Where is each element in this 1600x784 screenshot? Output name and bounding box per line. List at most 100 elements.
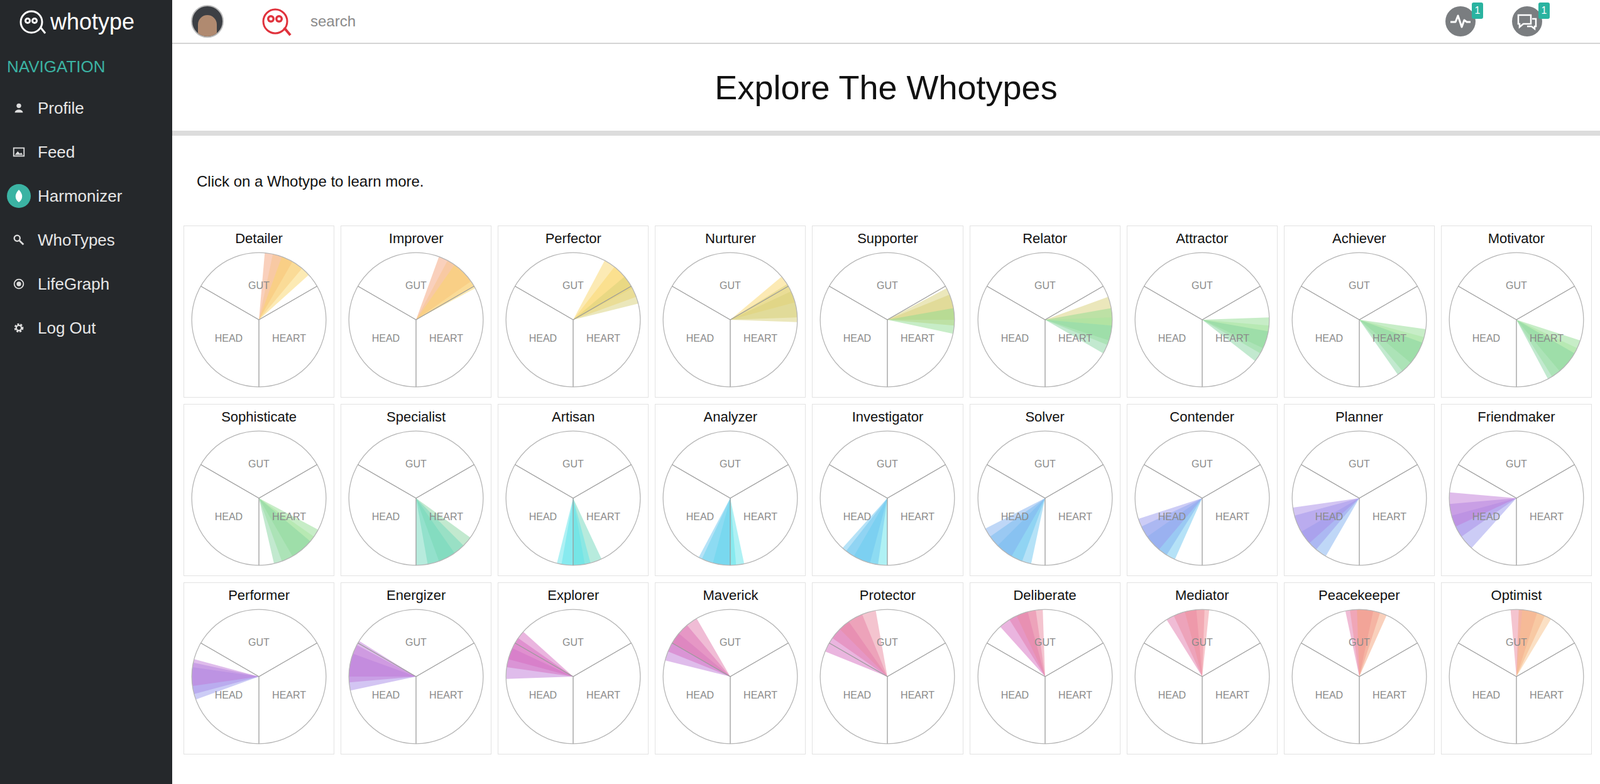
sector-label: HEART: [429, 332, 464, 344]
sector-label: HEAD: [843, 332, 872, 344]
wedge: [416, 498, 455, 566]
whotype-card[interactable]: MotivatorGUTHEADHEART: [1441, 225, 1592, 398]
sidebar-item[interactable]: LifeGraph: [0, 262, 173, 307]
sidebar-item[interactable]: Log Out: [0, 306, 173, 351]
user-avatar[interactable]: [191, 5, 224, 38]
whotype-card[interactable]: Protector GUTHEADHEART: [811, 582, 963, 755]
sidebar-label: Log Out: [37, 316, 97, 341]
sector-label: HEART: [1215, 332, 1250, 344]
whotype-name: Nurturer: [705, 230, 757, 248]
whotype-wheel: GUTHEADHEART: [1290, 608, 1428, 746]
whotype-card[interactable]: PlannerGUTHEADHEART: [1283, 404, 1435, 577]
messages-icon: [1512, 6, 1543, 37]
whotype-card[interactable]: MaverickGUTHEADHEART: [654, 582, 806, 755]
sector-label: GUT: [1034, 279, 1056, 291]
whotype-name: Protector: [859, 586, 916, 605]
whotype-name: Contender: [1169, 408, 1235, 427]
whotype-card[interactable]: AttractorGUTHEADHEART: [1126, 225, 1278, 398]
whotype-wheel: GUTHEADHEART: [347, 251, 485, 389]
sector-label: HEAD: [1314, 510, 1343, 523]
whotype-wheel: GUTHEADHEART: [347, 429, 485, 567]
notification-button[interactable]: 1: [1445, 6, 1476, 37]
logo[interactable]: whotype: [0, 0, 173, 44]
whotype-card[interactable]: MediatorGUTHEADHEART: [1126, 582, 1278, 755]
whotype-card[interactable]: RelatorGUTHEADHEART: [969, 225, 1121, 398]
sector-label: HEAD: [1314, 689, 1343, 701]
sector-label: GUT: [1505, 458, 1528, 470]
whotype-wheel: GUTHEADHEART: [190, 608, 328, 746]
owl-icon[interactable]: [260, 5, 293, 38]
sidebar-item[interactable]: Harmonizer: [0, 174, 173, 219]
sidebar-item[interactable]: Feed: [0, 130, 173, 175]
sector-label: HEAD: [686, 510, 715, 523]
whotype-card[interactable]: Perfector GUTHEADHEART: [497, 225, 649, 398]
whotype-wheel: GUTHEADHEART: [504, 251, 642, 389]
whotype-card[interactable]: ArtisanGUTHEADHEART: [497, 404, 649, 577]
sector-label: HEART: [1529, 510, 1564, 523]
sector-label: HEAD: [843, 510, 872, 523]
whotype-card[interactable]: Detailer GUT HEAD HEART: [183, 225, 335, 398]
sector-label: GUT: [562, 636, 584, 648]
sector-label: HEAD: [529, 510, 558, 523]
wedge: [1359, 319, 1423, 376]
search-icon: [6, 227, 32, 253]
sector-label: HEAD: [843, 689, 872, 701]
sector-label: HEART: [901, 510, 936, 523]
whotype-card[interactable]: ImproverGUTHEADHEART: [340, 225, 492, 398]
sector-label: HEAD: [1000, 510, 1029, 523]
sector-label: HEART: [1372, 689, 1407, 701]
whotype-card[interactable]: NurturerGUTHEADHEART: [654, 225, 806, 398]
whotype-card[interactable]: DeliberateGUTHEADHEART: [969, 582, 1121, 755]
sector-label: HEAD: [1000, 689, 1029, 701]
whotype-wheel: GUTHEADHEART: [976, 251, 1114, 389]
wedge: [730, 291, 798, 323]
sector-label: HEAD: [214, 689, 244, 701]
whotype-card[interactable]: SophisticateGUTHEADHEART: [183, 404, 335, 577]
whotype-card[interactable]: OptimistGUTHEADHEART: [1441, 582, 1592, 755]
whotype-name: Explorer: [547, 586, 599, 605]
whotype-card[interactable]: SolverGUTHEADHEART: [969, 404, 1121, 577]
sidebar-item[interactable]: WhoTypes: [0, 218, 173, 263]
wedge: [1138, 498, 1203, 550]
whotype-wheel: GUTHEADHEART: [190, 429, 328, 567]
sector-label: HEAD: [214, 510, 244, 523]
intro-text: Click on a Whotype to learn more.: [172, 135, 1600, 192]
whotype-card[interactable]: FriendmakerGUTHEADHEART: [1441, 404, 1592, 577]
wedge: [698, 498, 731, 566]
gear-icon: [6, 315, 32, 341]
sidebar: NAVIGATION ProfileFeedHarmonizerWhoTypes…: [0, 43, 173, 784]
wedge: [416, 264, 476, 320]
wedge: [1202, 319, 1269, 362]
sector-label: GUT: [1191, 279, 1213, 291]
search-input[interactable]: [310, 10, 562, 33]
sector-label: GUT: [248, 279, 270, 291]
wedge: [191, 659, 259, 687]
whotype-card[interactable]: SupporterGUTHEADHEART: [811, 225, 963, 398]
whotype-name: Friendmaker: [1477, 408, 1555, 427]
sector-label: HEAD: [214, 332, 244, 344]
whotype-card[interactable]: PerformerGUTHEADHEART: [183, 582, 335, 755]
whotype-name: Sophisticate: [221, 408, 297, 427]
sector-label: HEAD: [529, 689, 558, 701]
whotype-card[interactable]: EnergizerGUTHEADHEART: [340, 582, 492, 755]
whotype-wheel: GUTHEADHEART: [504, 429, 642, 567]
whotype-name: Detailer: [235, 230, 283, 248]
owl-logo-icon: [18, 8, 47, 36]
whotype-name: Perfector: [545, 230, 602, 248]
notification-button[interactable]: 1: [1512, 6, 1543, 37]
whotype-card[interactable]: InvestigatorGUTHEADHEART: [811, 404, 963, 577]
whotype-card[interactable]: ContenderGUTHEADHEART: [1126, 404, 1278, 577]
whotype-name: Solver: [1024, 408, 1064, 427]
whotype-wheel: GUTHEADHEART: [1290, 251, 1428, 389]
sector-label: GUT: [248, 458, 270, 470]
whotype-wheel: GUTHEADHEART: [818, 608, 956, 746]
whotype-card[interactable]: AnalyzerGUTHEADHEART: [654, 404, 806, 577]
whotype-card[interactable]: ExplorerGUTHEADHEART: [497, 582, 649, 755]
sector-label: HEART: [429, 689, 464, 701]
sidebar-item[interactable]: Profile: [0, 86, 173, 131]
whotype-card[interactable]: AchieverGUTHEADHEART: [1283, 225, 1435, 398]
sector-label: HEART: [272, 332, 307, 344]
sector-label: HEART: [743, 510, 778, 523]
whotype-card[interactable]: SpecialistGUTHEADHEART: [340, 404, 492, 577]
whotype-card[interactable]: PeacekeeperGUTHEADHEART: [1283, 582, 1435, 755]
